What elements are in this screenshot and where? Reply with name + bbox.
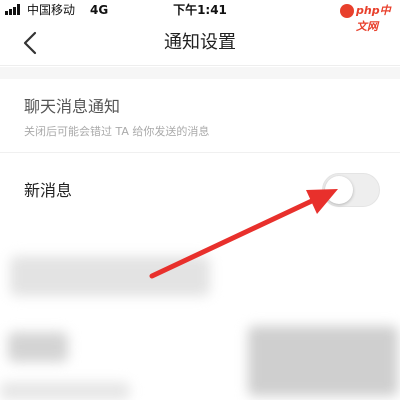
page-title: 通知设置 (164, 32, 236, 53)
back-button[interactable] (18, 30, 44, 56)
watermark: php中文网 (338, 3, 398, 33)
blurred-block (0, 382, 130, 400)
chat-notifications-title: 聊天消息通知 (24, 97, 121, 116)
blurred-content (0, 240, 400, 400)
header: 通知设置 (0, 20, 400, 66)
new-message-toggle[interactable] (322, 173, 380, 207)
blurred-block (8, 332, 68, 362)
new-message-label: 新消息 (24, 181, 73, 200)
watermark-logo-icon (340, 4, 354, 18)
divider (0, 152, 400, 153)
section-separator (0, 67, 400, 79)
status-bar: 中国移动 4G 下午1:41 php中文网 (0, 0, 400, 33)
blurred-block (10, 256, 210, 296)
chevron-left-icon (23, 31, 37, 55)
chat-notifications-description: 关闭后可能会错过 TA 给你发送的消息 (24, 125, 210, 138)
blurred-block (248, 326, 398, 396)
toggle-knob (325, 176, 353, 204)
